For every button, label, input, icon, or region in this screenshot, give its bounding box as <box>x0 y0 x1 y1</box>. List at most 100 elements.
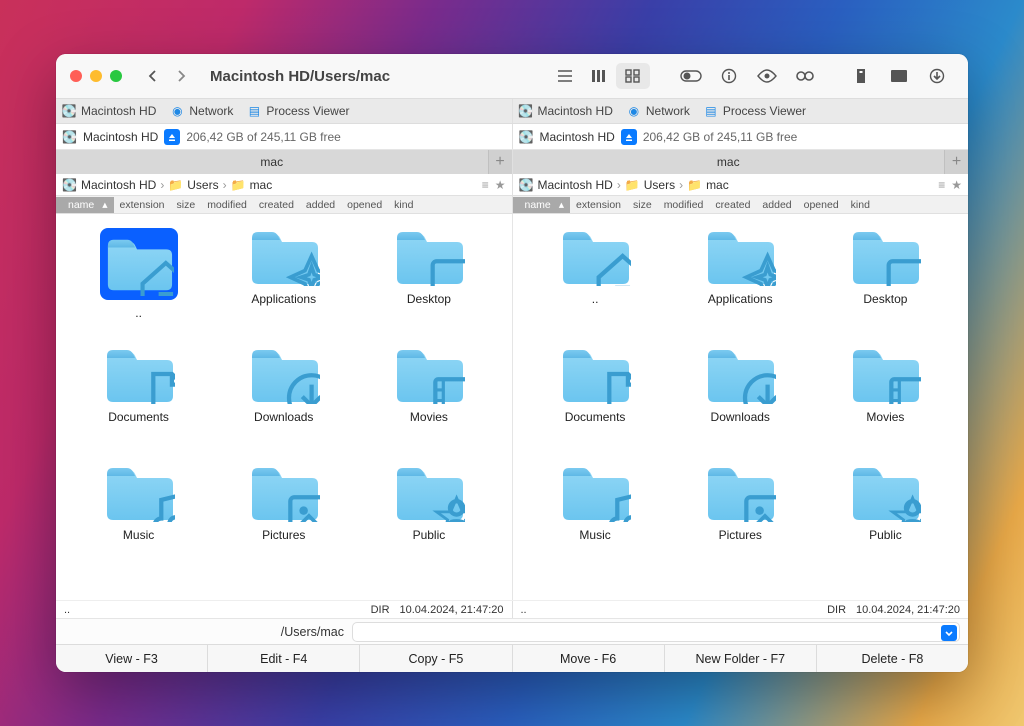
info-button[interactable] <box>712 63 746 89</box>
home-folder-icon <box>559 228 631 286</box>
crumb-users[interactable]: Users <box>644 178 675 192</box>
fn-move[interactable]: Move - F6 <box>513 645 665 672</box>
folder-item[interactable]: Documents <box>66 346 211 464</box>
movie-folder-icon <box>849 346 921 404</box>
close-button[interactable] <box>70 70 82 82</box>
folder-label: Movies <box>410 410 448 424</box>
star-icon[interactable]: ★ <box>951 178 962 192</box>
folder-item[interactable]: Pictures <box>211 464 356 582</box>
download-button[interactable] <box>920 63 954 89</box>
col-modified[interactable]: modified <box>658 199 710 211</box>
view-list-button[interactable] <box>548 63 582 89</box>
col-modified[interactable]: modified <box>201 199 253 211</box>
disk-icon: 💽 <box>62 104 76 118</box>
star-icon[interactable]: ★ <box>495 178 506 192</box>
zoom-button[interactable] <box>110 70 122 82</box>
path-input[interactable] <box>352 622 960 642</box>
folder-item[interactable]: Desktop <box>356 228 501 346</box>
folder-item[interactable]: Downloads <box>668 346 813 464</box>
fn-delete[interactable]: Delete - F8 <box>817 645 968 672</box>
col-added[interactable]: added <box>756 199 797 211</box>
col-opened[interactable]: opened <box>798 199 845 211</box>
col-extension[interactable]: extension <box>114 199 171 211</box>
add-tab-button[interactable]: + <box>488 150 512 174</box>
folder-item[interactable]: Movies <box>813 346 958 464</box>
fn-newfolder[interactable]: New Folder - F7 <box>665 645 817 672</box>
nav-forward-button[interactable] <box>168 64 194 88</box>
folder-item[interactable]: Music <box>523 464 668 582</box>
crumb-root[interactable]: Macintosh HD <box>81 178 156 192</box>
list-toggle-icon[interactable]: ≡ <box>482 178 489 192</box>
disk-icon: 💽 <box>62 130 77 144</box>
crumb-mac[interactable]: mac <box>706 178 729 192</box>
nav-arrows <box>140 64 194 88</box>
crumb-root[interactable]: Macintosh HD <box>537 178 612 192</box>
eject-button[interactable] <box>621 129 637 145</box>
col-kind[interactable]: kind <box>388 199 419 211</box>
search-button[interactable] <box>788 63 822 89</box>
col-name[interactable]: name ▴ <box>513 197 571 213</box>
view-icons-button[interactable] <box>616 63 650 89</box>
archive-button[interactable] <box>844 63 878 89</box>
folder-item[interactable]: Public <box>813 464 958 582</box>
folder-item[interactable]: Applications <box>211 228 356 346</box>
status-type: DIR <box>827 604 846 616</box>
folder-item[interactable]: Desktop <box>813 228 958 346</box>
folder-label: Public <box>869 528 902 542</box>
disk-icon: 💽 <box>62 178 77 192</box>
view-cols-button[interactable] <box>582 63 616 89</box>
folder-item[interactable]: .. <box>523 228 668 346</box>
folder-item[interactable]: Music <box>66 464 211 582</box>
favorite-disk[interactable]: 💽Macintosh HD <box>519 104 613 118</box>
minimize-button[interactable] <box>90 70 102 82</box>
fn-view[interactable]: View - F3 <box>56 645 208 672</box>
folder-item[interactable]: Downloads <box>211 346 356 464</box>
favorite-network[interactable]: ◉Network <box>627 104 690 118</box>
col-kind[interactable]: kind <box>845 199 876 211</box>
favorites-right: 💽Macintosh HD ◉Network ▤Process Viewer <box>513 99 969 123</box>
favorite-disk[interactable]: 💽Macintosh HD <box>62 104 156 118</box>
favorite-network[interactable]: ◉Network <box>170 104 233 118</box>
view-mode-group <box>546 61 652 91</box>
col-size[interactable]: size <box>171 199 202 211</box>
col-opened[interactable]: opened <box>341 199 388 211</box>
pic-folder-icon <box>248 464 320 522</box>
col-name[interactable]: name ▴ <box>56 197 114 213</box>
path-dropdown-button[interactable] <box>941 625 957 641</box>
eject-button[interactable] <box>164 129 180 145</box>
favorite-process-viewer[interactable]: ▤Process Viewer <box>704 104 806 118</box>
folder-item[interactable]: Public <box>356 464 501 582</box>
tab-mac[interactable]: mac <box>513 150 945 174</box>
add-tab-button[interactable]: + <box>944 150 968 174</box>
col-created[interactable]: created <box>253 199 300 211</box>
doc-folder-icon <box>559 346 631 404</box>
toggle-button[interactable] <box>674 63 708 89</box>
fn-copy[interactable]: Copy - F5 <box>360 645 512 672</box>
tab-mac[interactable]: mac <box>56 150 488 174</box>
col-created[interactable]: created <box>709 199 756 211</box>
function-bar: View - F3 Edit - F4 Copy - F5 Move - F6 … <box>56 644 968 672</box>
fn-edit[interactable]: Edit - F4 <box>208 645 360 672</box>
folder-icon: 📁 <box>231 178 246 192</box>
tabs-left: mac + <box>56 150 512 174</box>
nav-back-button[interactable] <box>140 64 166 88</box>
window-title: Macintosh HD/Users/mac <box>210 68 390 85</box>
preview-button[interactable] <box>750 63 784 89</box>
col-added[interactable]: added <box>300 199 341 211</box>
folder-item[interactable]: Documents <box>523 346 668 464</box>
home-folder-icon <box>100 228 178 300</box>
proc-icon: ▤ <box>704 104 718 118</box>
folder-item[interactable]: Pictures <box>668 464 813 582</box>
folder-item[interactable]: .. <box>66 228 211 346</box>
tabs-right: mac + <box>513 150 969 174</box>
folder-item[interactable]: Movies <box>356 346 501 464</box>
list-toggle-icon[interactable]: ≡ <box>938 178 945 192</box>
folder-item[interactable]: Applications <box>668 228 813 346</box>
crumb-mac[interactable]: mac <box>250 178 273 192</box>
favorite-process-viewer[interactable]: ▤Process Viewer <box>247 104 349 118</box>
col-extension[interactable]: extension <box>570 199 627 211</box>
col-size[interactable]: size <box>627 199 658 211</box>
terminal-button[interactable] <box>882 63 916 89</box>
crumb-users[interactable]: Users <box>187 178 218 192</box>
public-folder-icon <box>393 464 465 522</box>
